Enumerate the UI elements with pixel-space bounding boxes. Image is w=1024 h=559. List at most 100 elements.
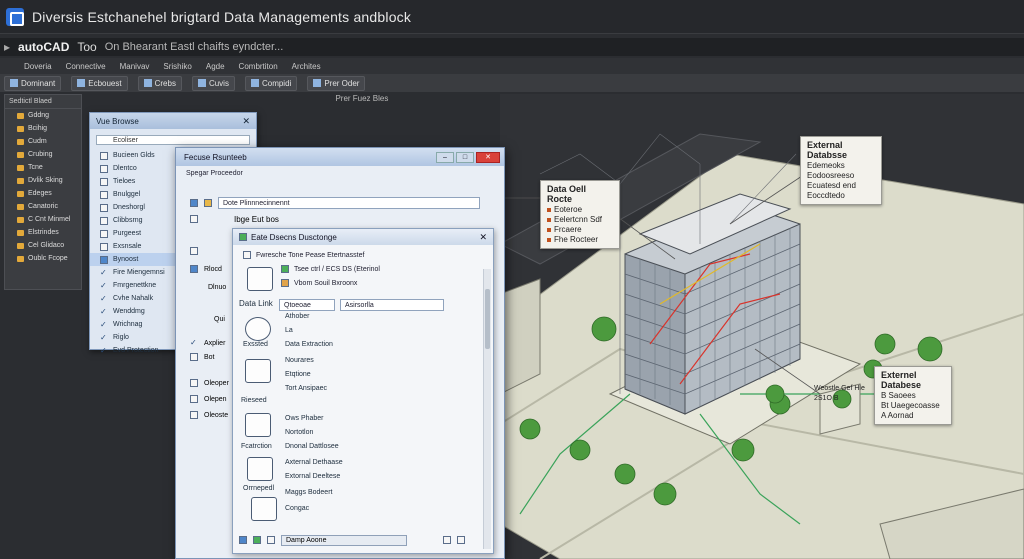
ribbon-tab[interactable]: Combrtiton [239,62,278,71]
checkmark-icon: ✓ [100,293,107,303]
menu-item-tools[interactable]: Too [77,40,96,54]
data-source-dialog[interactable]: Eate Dsecns Dusctonge ✕ Fwresche Tone Pe… [232,228,494,554]
option-item[interactable]: Ows Phaber [285,415,324,422]
tool-button-dominant[interactable]: Dominant [4,75,62,91]
menu-arrow-icon[interactable]: ▸ [4,40,10,54]
option-item[interactable]: Data Extraction [285,341,333,348]
link-icon[interactable] [245,317,271,341]
server-icon[interactable] [245,413,271,437]
apply-button[interactable]: Axplier [204,340,225,347]
save-icon[interactable] [239,536,247,544]
data-dialog-title: Eate Dsecns Dusctonge [251,232,337,242]
settings-icon[interactable] [457,536,465,544]
table-icon[interactable] [247,267,273,291]
option-item[interactable]: La [285,327,293,334]
palette-item[interactable]: Cudm [5,135,81,148]
palette-item[interactable]: Elstrindes [5,226,81,239]
checkbox-icon[interactable] [190,215,198,223]
feature-tab[interactable]: Ibge Eut bos [234,215,279,224]
checkbox-icon[interactable] [190,265,198,273]
dialog-scrollbar[interactable] [483,269,491,549]
data-dialog-titlebar[interactable]: Eate Dsecns Dusctonge ✕ [233,229,493,245]
palette-item[interactable]: Edeges [5,187,81,200]
tool-button-prer-oder[interactable]: Prer Oder [307,75,366,91]
status-field[interactable]: Damp Aoone [281,534,407,546]
callout-external-database-2[interactable]: Externel Databese B Saoees Bt Uaegecoass… [874,366,952,425]
database-icon [239,233,247,241]
model-viewport[interactable]: External Databsse Edemeoks Eodoosreeso E… [500,94,1024,559]
download-icon[interactable] [251,497,277,521]
option-item[interactable]: Axternal Dethaase [285,459,343,466]
ribbon-tab[interactable]: Doveria [24,62,52,71]
palette-item[interactable]: Crubing [5,148,81,161]
document-icon[interactable] [247,457,273,481]
checkmark-icon: ✓ [100,267,107,277]
callout-line: B Saoees [881,391,916,400]
order-icon [313,79,322,87]
refresh-icon[interactable] [253,536,261,544]
ribbon-tab[interactable]: Connective [66,62,106,71]
vue-window-titlebar[interactable]: Vue Browse ✕ [90,113,256,129]
tool-button-ecbouest[interactable]: Ecbouest [71,75,128,91]
source-list-item[interactable]: Tsee ctrl / ECS DS (Eterinol [281,265,380,273]
source-list-item[interactable]: Vbom Souil Bxroonx [281,279,357,287]
folder-icon [17,151,24,158]
callout-external-database[interactable]: External Databsse Edemeoks Eodoosreeso E… [800,136,882,205]
feature-window-titlebar[interactable]: Fecuse Rsunteeb – □ ✕ [176,148,504,166]
data-link-field-2[interactable]: Asirsorlla [340,299,444,311]
option-item[interactable]: Extornal Deeltese [285,473,340,480]
ribbon-tab[interactable]: Manivav [120,62,150,71]
callout-line: Eelertcnn Sdf [554,215,603,224]
scrollbar-thumb[interactable] [485,289,490,349]
palette-item[interactable]: Tcne [5,161,81,174]
tool-button-crebs[interactable]: Crebs [137,75,182,91]
palette-item[interactable]: Cel Glidaco [5,239,81,252]
ribbon-tab[interactable]: Archites [292,62,321,71]
option-item[interactable]: Tort Ansipaec [285,385,327,392]
checkbox-icon[interactable] [190,247,198,255]
palette-item[interactable]: Oublc Fcope [5,252,81,265]
callout-annotation: Weostle Gef Hle 2S1O B [814,384,865,404]
close-icon[interactable]: ✕ [242,116,250,127]
ribbon-tab[interactable]: Srishiko [163,62,191,71]
close-icon[interactable]: ✕ [479,232,487,243]
folder-icon[interactable] [443,536,451,544]
palette-item[interactable]: Dvlik Sking [5,174,81,187]
option-item[interactable]: Congac [285,505,309,512]
minimize-button[interactable]: – [436,151,454,163]
menu-bar: ▸ autoCAD Too On Bhearant Eastl chaifts … [0,38,1024,56]
tool-button-compidi[interactable]: Compidi [244,75,298,91]
callout-data-cell-route[interactable]: Data Oell Rocte Eoteroe Eelertcnn Sdf Fr… [540,180,620,249]
maximize-button[interactable]: □ [456,151,474,163]
data-link-field-1[interactable]: Qtoeoae [279,299,335,311]
export-icon[interactable] [267,536,275,544]
schema-icon[interactable] [245,359,271,383]
ribbon-tab[interactable]: Agde [206,62,225,71]
option-item[interactable]: Etqtione [285,371,311,378]
checkbox-icon[interactable] [190,411,198,419]
option-item[interactable]: Dnonal Dattlosee [285,443,339,450]
folder-icon [17,216,24,223]
checkbox-icon[interactable] [190,395,198,403]
palette-item[interactable]: Gddng [5,109,81,122]
bot-button[interactable]: Bot [204,354,215,361]
checkbox-icon[interactable] [190,379,198,387]
left-palette: Sedtictl Blaed Gddng Bcihig Cudm Crubing… [4,94,82,290]
option-item[interactable]: Athober [285,313,310,320]
close-button[interactable]: ✕ [476,151,500,163]
source-dropdown[interactable]: Dote Plinnnecinnennt [218,197,480,209]
menu-brand[interactable]: autoCAD [18,40,69,54]
database-icon [100,255,108,264]
palette-item[interactable]: C Cnt Minmel [5,213,81,226]
vue-window-title: Vue Browse [96,116,139,126]
tool-button-cuvis[interactable]: Cuvis [191,75,235,91]
callout-line: Bt Uaegecoasse [881,401,940,410]
arrow-icon [204,199,212,207]
palette-item[interactable]: Bcihig [5,122,81,135]
palette-item[interactable]: Canatoric [5,200,81,213]
option-item[interactable]: Maggs Bodeert [285,489,332,496]
option-item[interactable]: Nourares [285,357,314,364]
option-item[interactable]: Nortotlon [285,429,313,436]
vue-search-field[interactable]: Ecoliser [96,135,250,145]
window-controls: – □ ✕ [436,151,500,163]
